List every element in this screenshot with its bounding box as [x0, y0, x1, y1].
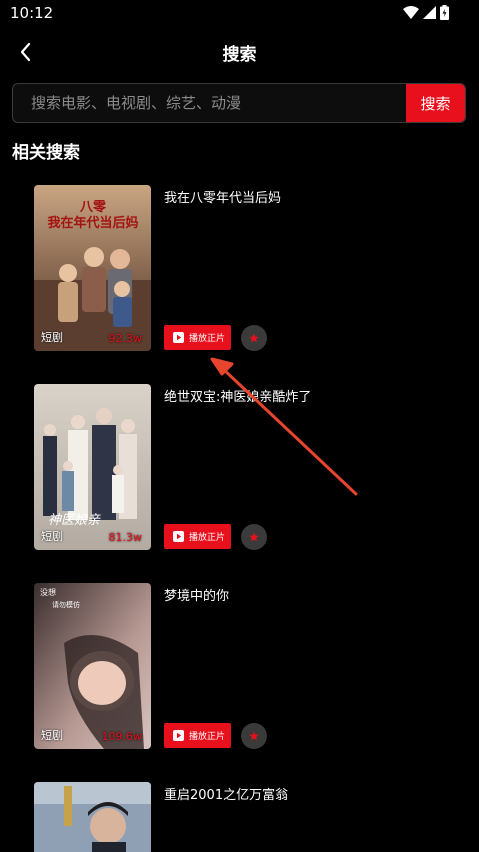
- status-bar: 10:12: [0, 0, 479, 26]
- result-title[interactable]: 重启2001之亿万富翁: [164, 784, 288, 803]
- poster-image: 神医娘亲: [34, 384, 151, 550]
- play-icon: [173, 730, 184, 741]
- section-title: 相关搜索: [12, 143, 80, 163]
- poster-image: [34, 782, 151, 852]
- result-item[interactable]: 没想 请勿模仿 短剧 109.6w 梦境中的你 播放正片: [34, 583, 464, 749]
- poster[interactable]: 神医娘亲 短剧 81.3w: [34, 384, 151, 550]
- star-icon: [249, 532, 259, 542]
- poster[interactable]: 没想 请勿模仿 短剧 109.6w: [34, 583, 151, 749]
- play-button[interactable]: 播放正片: [164, 325, 231, 350]
- search-input[interactable]: [13, 84, 407, 122]
- poster[interactable]: [34, 782, 151, 852]
- favorite-button[interactable]: [241, 325, 267, 351]
- favorite-button[interactable]: [241, 723, 267, 749]
- result-title[interactable]: 我在八零年代当后妈: [164, 187, 281, 206]
- svg-text:请勿模仿: 请勿模仿: [52, 600, 80, 609]
- result-item[interactable]: 神医娘亲 短剧 81.3w 绝世双宝:神医娘亲酷炸了 播放正片: [34, 384, 464, 550]
- search-button[interactable]: 搜索: [406, 84, 465, 122]
- result-title[interactable]: 梦境中的你: [164, 585, 229, 604]
- svg-text:没想: 没想: [40, 587, 56, 597]
- svg-text:八零: 八零: [79, 200, 107, 215]
- poster[interactable]: 八零 我在年代当后妈 短剧 92.3w: [34, 185, 151, 351]
- page-title: 搜索: [222, 45, 257, 65]
- result-title[interactable]: 绝世双宝:神医娘亲酷炸了: [164, 386, 311, 405]
- play-icon: [173, 531, 184, 542]
- play-label: 播放正片: [189, 732, 226, 742]
- svg-text:神医娘亲: 神医娘亲: [48, 513, 101, 528]
- star-icon: [249, 333, 259, 343]
- signal-icon: [423, 6, 436, 19]
- result-item[interactable]: 重启2001之亿万富翁: [34, 782, 464, 852]
- view-count: 109.6w: [101, 730, 143, 743]
- play-label: 播放正片: [189, 533, 226, 543]
- play-label: 播放正片: [189, 334, 226, 344]
- status-icons: [403, 5, 449, 20]
- search-bar: 搜索: [12, 83, 466, 123]
- genre-badge: 短剧: [41, 729, 63, 742]
- view-count: 92.3w: [108, 332, 143, 345]
- battery-icon: [440, 5, 449, 20]
- poster-image: 没想 请勿模仿: [34, 583, 151, 749]
- genre-badge: 短剧: [41, 331, 63, 344]
- result-item[interactable]: 八零 我在年代当后妈 短剧 92.3w 我在八零年代当后妈 播放正片: [34, 185, 464, 351]
- poster-title-art: 八零 我在年代当后妈: [47, 200, 138, 229]
- play-button[interactable]: 播放正片: [164, 524, 231, 549]
- genre-badge: 短剧: [41, 530, 63, 543]
- header: 搜索: [0, 34, 479, 70]
- star-icon: [249, 731, 259, 741]
- view-count: 81.3w: [108, 531, 143, 544]
- favorite-button[interactable]: [241, 524, 267, 550]
- wifi-icon: [403, 6, 419, 19]
- svg-text:我在年代当后妈: 我在年代当后妈: [47, 215, 138, 229]
- status-time: 10:12: [10, 4, 54, 22]
- play-icon: [173, 332, 184, 343]
- play-button[interactable]: 播放正片: [164, 723, 231, 748]
